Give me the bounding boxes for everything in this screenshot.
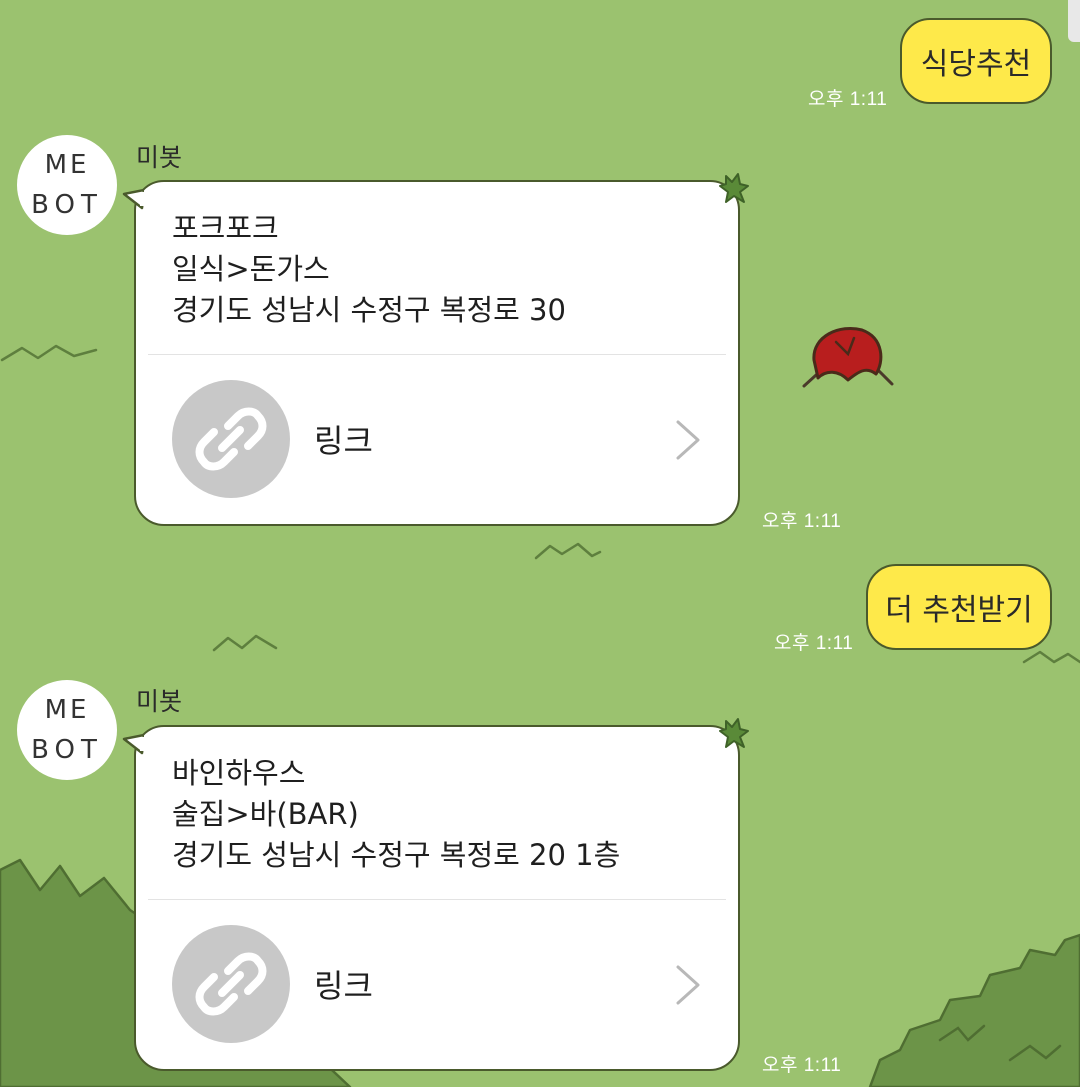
card-description: 포크포크 일식>돈가스 경기도 성남시 수정구 복정로 30 (172, 208, 566, 331)
svg-text:BOT: BOT (31, 735, 103, 765)
card-address: 경기도 성남시 수정구 복정로 20 1층 (172, 838, 621, 872)
sender-name: 미봇 (136, 687, 183, 716)
card-title: 포크포크 (172, 211, 279, 245)
link-button[interactable]: 링크 (136, 356, 738, 506)
card-category: 일식>돈가스 (172, 252, 330, 286)
message-time: 오후 1:11 (762, 1055, 842, 1076)
restaurant-card[interactable]: 바인하우스 술집>바(BAR) 경기도 성남시 수정구 복정로 20 1층 링크 (122, 718, 749, 1071)
bot-avatar-logo: ME BOT (31, 695, 103, 765)
card-address: 경기도 성남시 수정구 복정로 30 (172, 293, 566, 327)
sent-message-text: 식당추천 (920, 47, 1032, 82)
chevron-right-icon (676, 965, 700, 1005)
card-divider (148, 899, 726, 900)
sent-message-bubble[interactable]: 더 추천받기 (866, 564, 1052, 650)
bubble-tail (122, 733, 144, 755)
link-icon (195, 407, 267, 471)
svg-text:BOT: BOT (31, 190, 103, 220)
bot-avatar-logo: ME BOT (31, 150, 103, 220)
link-button[interactable]: 링크 (136, 901, 738, 1051)
chevron-right-icon (676, 420, 700, 460)
bot-avatar[interactable]: ME BOT (17, 135, 117, 235)
link-label: 링크 (314, 422, 373, 460)
message-time: 오후 1:11 (808, 89, 888, 110)
card-category: 술집>바(BAR) (172, 797, 359, 831)
leaf-icon (719, 173, 749, 203)
sent-message-text: 더 추천받기 (885, 593, 1033, 628)
link-icon (195, 952, 267, 1016)
card-description: 바인하우스 술집>바(BAR) 경기도 성남시 수정구 복정로 20 1층 (172, 753, 620, 876)
card-title: 바인하우스 (172, 756, 306, 790)
link-label: 링크 (314, 967, 373, 1005)
bot-avatar[interactable]: ME BOT (17, 680, 117, 780)
leaf-icon (719, 718, 749, 748)
link-thumbnail (172, 380, 290, 498)
message-time: 오후 1:11 (762, 511, 842, 532)
sent-message-bubble[interactable]: 식당추천 (900, 18, 1052, 104)
bubble-tail (122, 188, 144, 210)
message-time: 오후 1:11 (774, 633, 854, 654)
svg-text:ME: ME (45, 150, 90, 180)
restaurant-card[interactable]: 포크포크 일식>돈가스 경기도 성남시 수정구 복정로 30 링크 (122, 173, 749, 526)
sender-name: 미봇 (136, 143, 183, 172)
scrollbar[interactable] (1068, 0, 1080, 42)
svg-text:ME: ME (45, 695, 90, 725)
card-divider (148, 354, 726, 355)
link-thumbnail (172, 925, 290, 1043)
